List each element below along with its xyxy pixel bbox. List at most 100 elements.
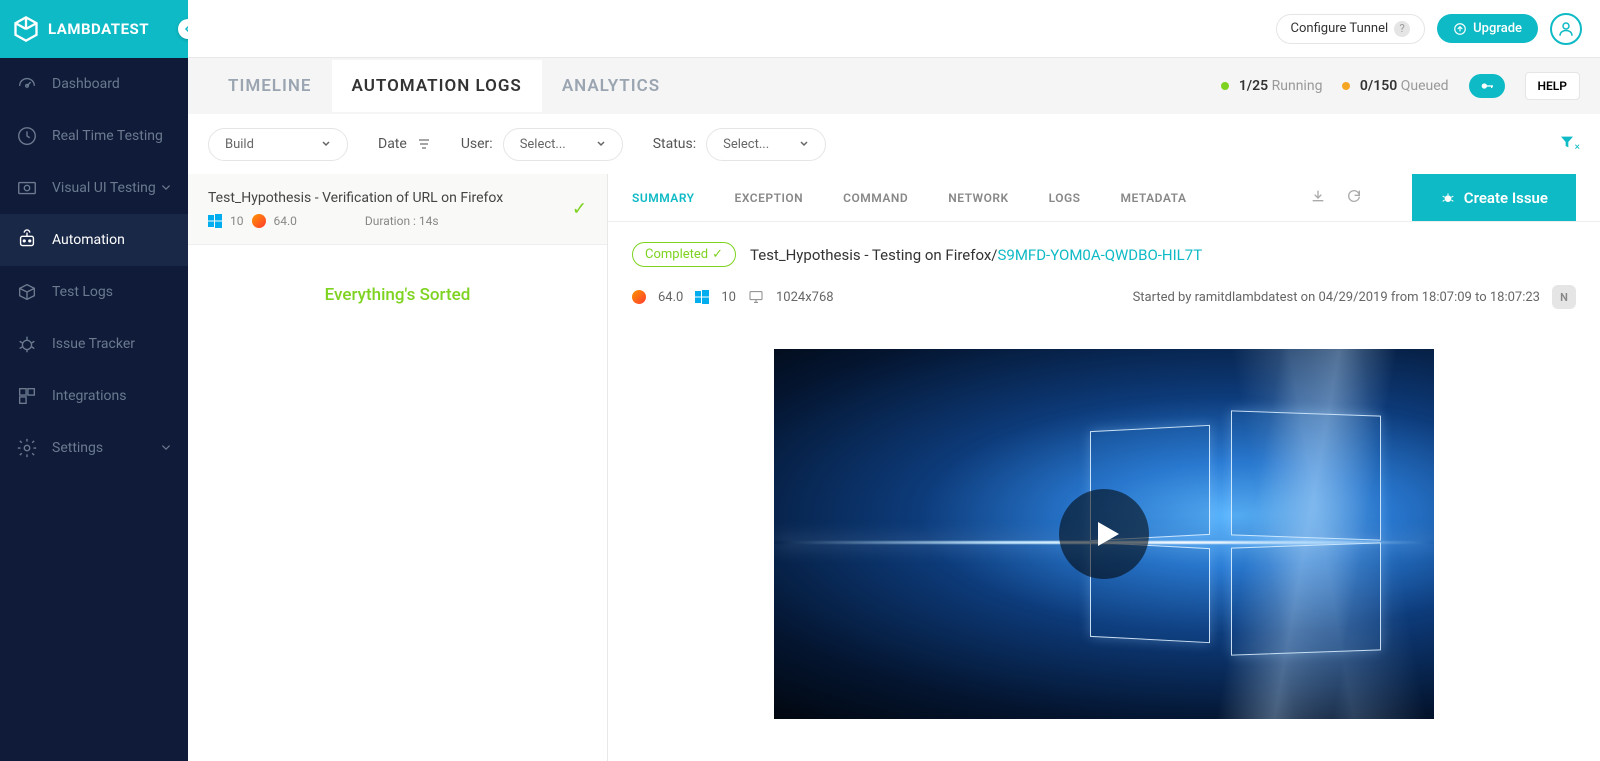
sidebar-item-label: Real Time Testing	[52, 128, 163, 144]
gauge-icon	[16, 73, 38, 95]
check-icon: ✓	[712, 247, 723, 262]
box-icon	[16, 281, 38, 303]
test-name-prefix: Test_Hypothesis - Testing on Firefox/	[750, 246, 997, 264]
download-button[interactable]	[1310, 188, 1326, 208]
detail-tab-logs[interactable]: LOGS	[1049, 191, 1081, 205]
windows-icon	[695, 290, 709, 304]
date-filter-label: Date	[378, 136, 407, 152]
create-issue-button[interactable]: Create Issue	[1412, 174, 1576, 221]
grid-icon	[16, 385, 38, 407]
upgrade-button[interactable]: Upgrade	[1437, 14, 1538, 43]
access-key-button[interactable]	[1469, 74, 1505, 98]
date-filter[interactable]: Date	[378, 136, 431, 152]
detail-tab-network[interactable]: NETWORK	[948, 191, 1008, 205]
sidebar-item-issue-tracker[interactable]: Issue Tracker	[0, 318, 188, 370]
sidebar-item-settings[interactable]: Settings	[0, 422, 188, 474]
eye-icon	[16, 177, 38, 199]
status-badge: Completed ✓	[632, 242, 736, 267]
running-stat: 1/25 Running	[1221, 78, 1322, 94]
clock-icon	[16, 125, 38, 147]
firefox-icon	[252, 214, 266, 228]
sidebar-item-label: Settings	[52, 440, 103, 456]
detail-tab-exception[interactable]: EXCEPTION	[735, 191, 804, 205]
test-item-meta: 10 64.0 Duration : 14s	[208, 214, 587, 228]
session-video	[774, 349, 1434, 719]
sidebar-item-label: Automation	[52, 232, 125, 248]
user-filter-select[interactable]: Select...	[503, 128, 623, 161]
session-id-link[interactable]: S9MFD-YOM0A-QWDBO-HIL7T	[997, 246, 1202, 264]
sidebar-item-visual-ui[interactable]: Visual UI Testing	[0, 162, 188, 214]
sidebar: LAMBDATEST Dashboard Real Time Testing V…	[0, 0, 188, 761]
chevron-down-icon	[596, 139, 606, 149]
test-list-item[interactable]: Test_Hypothesis - Verification of URL on…	[188, 174, 607, 245]
tab-timeline[interactable]: TIMELINE	[208, 60, 332, 112]
build-filter-select[interactable]: Build	[208, 128, 348, 161]
topbar: Configure Tunnel ? Upgrade	[188, 0, 1600, 58]
help-button[interactable]: HELP	[1525, 72, 1580, 100]
running-label: Running	[1272, 78, 1323, 94]
os-version: 10	[721, 290, 736, 305]
status-dot-running-icon	[1221, 82, 1229, 90]
user-filter-label: User:	[461, 136, 493, 152]
status-text: Completed	[645, 247, 708, 262]
play-icon	[1089, 516, 1125, 552]
tab-automation-logs[interactable]: AUTOMATION LOGS	[332, 60, 542, 112]
running-count: 1/25	[1239, 78, 1268, 94]
sidebar-item-test-logs[interactable]: Test Logs	[0, 266, 188, 318]
chevron-down-icon	[160, 442, 172, 454]
status-dot-queued-icon	[1342, 82, 1350, 90]
sidebar-item-label: Integrations	[52, 388, 126, 404]
main-tabs-row: TIMELINE AUTOMATION LOGS ANALYTICS 1/25 …	[188, 58, 1600, 114]
windows-hero-pane	[1231, 542, 1381, 655]
profile-button[interactable]	[1550, 13, 1582, 45]
windows-hero-pane	[1231, 410, 1381, 540]
test-item-title: Test_Hypothesis - Verification of URL on…	[208, 190, 587, 206]
refresh-button[interactable]	[1346, 188, 1362, 208]
test-full-name: Test_Hypothesis - Testing on Firefox/S9M…	[750, 246, 1202, 264]
play-button[interactable]	[1059, 489, 1149, 579]
chevron-down-icon	[160, 182, 172, 194]
monitor-icon	[748, 289, 764, 305]
windows-icon	[208, 214, 222, 228]
summary-header: Completed ✓ Test_Hypothesis - Testing on…	[608, 222, 1600, 277]
os-version: 10	[230, 214, 244, 228]
n-badge: N	[1552, 285, 1576, 309]
status-filter-label: Status:	[653, 136, 696, 152]
bug-icon	[16, 333, 38, 355]
user-icon	[1557, 20, 1575, 38]
queued-label: Queued	[1401, 78, 1449, 94]
sidebar-item-label: Visual UI Testing	[52, 180, 156, 196]
funnel-icon	[1559, 134, 1575, 150]
resolution: 1024x768	[776, 290, 834, 305]
sidebar-item-realtime[interactable]: Real Time Testing	[0, 110, 188, 162]
summary-meta-row: 64.0 10 1024x768 Started by ramitdlambda…	[608, 277, 1600, 329]
detail-pane: SUMMARY EXCEPTION COMMAND NETWORK LOGS M…	[608, 174, 1600, 761]
upgrade-label: Upgrade	[1473, 21, 1522, 36]
configure-tunnel-button[interactable]: Configure Tunnel ?	[1276, 14, 1426, 44]
sidebar-item-automation[interactable]: Automation	[0, 214, 188, 266]
status-filter-select[interactable]: Select...	[706, 128, 826, 161]
build-filter-label: Build	[225, 137, 254, 152]
browser-version: 64.0	[658, 290, 683, 305]
robot-icon	[16, 229, 38, 251]
test-list-pane: Test_Hypothesis - Verification of URL on…	[188, 174, 608, 761]
logo-bar: LAMBDATEST	[0, 0, 188, 58]
tab-analytics[interactable]: ANALYTICS	[542, 60, 680, 112]
filter-funnel-button[interactable]: ×	[1559, 134, 1580, 154]
create-issue-label: Create Issue	[1464, 189, 1548, 207]
sidebar-item-label: Issue Tracker	[52, 336, 135, 352]
check-icon: ✓	[572, 199, 587, 220]
key-icon	[1479, 78, 1495, 94]
detail-tab-command[interactable]: COMMAND	[843, 191, 908, 205]
detail-tab-summary[interactable]: SUMMARY	[632, 191, 695, 205]
sidebar-item-integrations[interactable]: Integrations	[0, 370, 188, 422]
user-filter-value: Select...	[520, 137, 566, 152]
status-filter-value: Select...	[723, 137, 769, 152]
firefox-icon	[632, 290, 646, 304]
sidebar-item-dashboard[interactable]: Dashboard	[0, 58, 188, 110]
browser-version: 64.0	[274, 214, 297, 228]
chevron-down-icon	[799, 139, 809, 149]
detail-tab-metadata[interactable]: METADATA	[1121, 191, 1187, 205]
test-duration: Duration : 14s	[365, 214, 439, 228]
help-badge-icon: ?	[1394, 21, 1410, 37]
